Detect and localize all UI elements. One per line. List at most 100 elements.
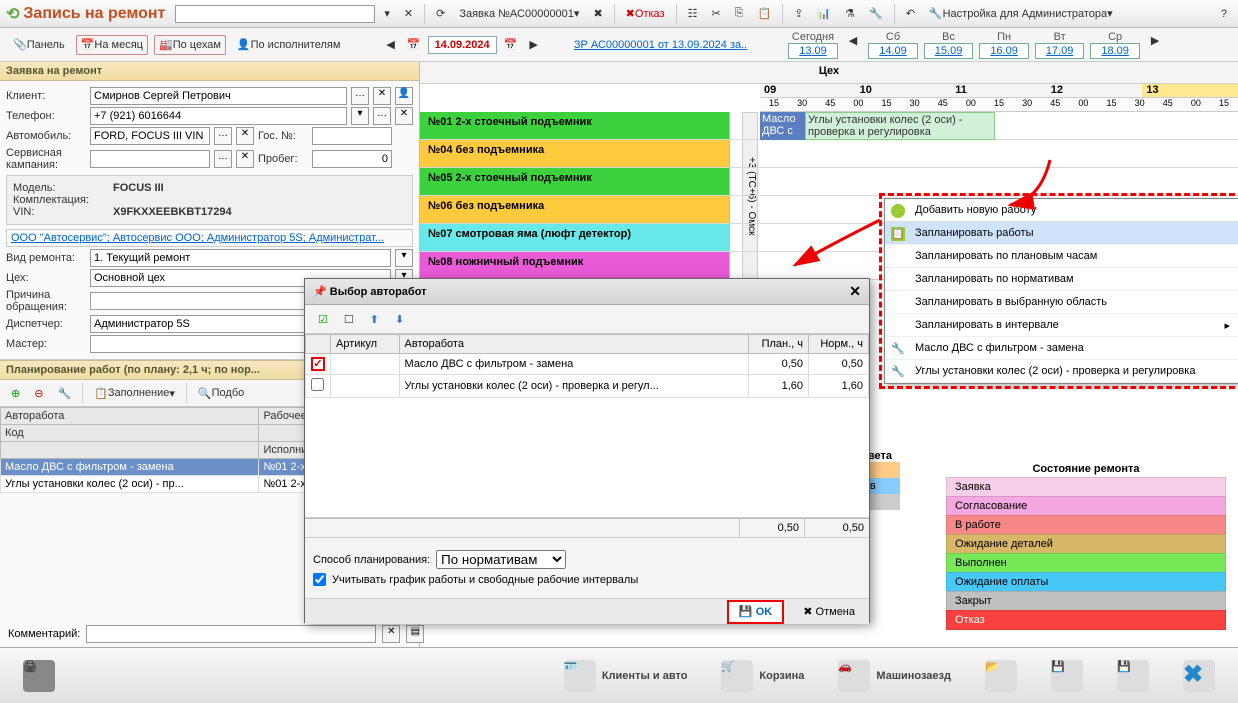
current-date[interactable]: 14.09.2024 [428,36,497,54]
person-icon[interactable]: 👤 [395,87,413,105]
legend-item: Отказ [946,610,1226,630]
phone-clear-icon[interactable]: ✕ [395,107,413,125]
more-button[interactable]: 🔍 Подбо [193,383,249,403]
ctx-plan-norms[interactable]: Запланировать по нормативам [885,268,1238,291]
down-icon[interactable]: ⬇ [390,309,409,329]
back-icon[interactable]: ⟲ [6,4,19,24]
ctx-add-work[interactable]: Добавить новую работу [885,199,1238,222]
clear-client-icon[interactable]: ✕ [373,87,391,105]
phone-input[interactable] [90,107,347,125]
help-icon[interactable]: ? [1216,4,1232,24]
scroll-right-icon[interactable]: ▶ [1146,31,1164,51]
ctx-plan-works[interactable]: 📋Запланировать работы [885,222,1238,245]
request-dropdown[interactable]: Заявка №АС00000001 ▾ [454,4,584,24]
pin-icon[interactable]: 📌 [313,285,327,298]
dialog-title: 📌 Выбор авторабот ✕ [305,279,869,305]
add-work-icon[interactable]: ⊕ [6,383,25,403]
by-shop-view[interactable]: 🏭 По цехам [154,35,226,55]
workplace-row[interactable]: №04 без подъемника [420,140,1238,168]
calendar-icon[interactable]: 📅 [402,35,426,55]
org-link[interactable]: ООО "Автосервис"; Автосервис ООО; Админи… [6,229,413,247]
prev-date-icon[interactable]: ◀ [381,35,399,55]
ctx-plan-area[interactable]: Запланировать в выбранную область [885,291,1238,314]
checkbox[interactable]: ✓ [311,357,325,371]
undo-icon[interactable]: ↶ [901,4,920,24]
cart-button[interactable]: 🛒Корзина [710,653,815,699]
open-button[interactable]: 📂 [974,653,1028,699]
type-input[interactable] [90,249,391,267]
srv-clear-icon[interactable]: ✕ [236,150,254,168]
gos-input[interactable] [312,127,392,145]
select-all-icon[interactable]: ☑ [313,309,333,329]
filter-icon[interactable]: ⚗ [840,4,860,24]
doc-link[interactable]: ЗР АС00000001 от 13.09.2024 за.. [569,35,752,55]
paste-icon[interactable]: 📋 [752,4,776,24]
panel-toggle[interactable]: 📎 Панель [8,35,70,55]
cancel-button[interactable]: ✖ Отмена [795,602,863,622]
day-btn-4[interactable]: 17.09 [1035,43,1085,59]
car-clear-icon[interactable]: ✕ [236,127,254,145]
scroll-left-icon[interactable]: ◀ [844,31,862,51]
tools-icon[interactable]: 🔧 [864,4,888,24]
checkbox[interactable] [311,378,324,391]
settings-dropdown[interactable]: 🔧 Настройка для Администратора ▾ [924,4,1118,24]
refresh-icon[interactable]: ⟳ [431,4,450,24]
ctx-work-1[interactable]: 🔧Масло ДВС с фильтром - замена [885,337,1238,360]
day-btn-5[interactable]: 18.09 [1090,43,1140,59]
search-input[interactable] [175,5,375,23]
printer-icon: 🖨 [23,660,55,692]
lookup-icon[interactable]: … [351,87,369,105]
method-select[interactable]: По нормативам [436,550,566,569]
save-as-button[interactable]: 💾 [1106,653,1160,699]
day-btn-1[interactable]: 14.09 [868,43,918,59]
page-title: ⟲ Запись на ремонт [6,4,165,24]
date-picker-icon[interactable]: 📅 [499,35,523,55]
table-row[interactable]: Углы установки колес (2 оси) - проверка … [306,375,869,398]
dropdown-icon[interactable]: ▾ [379,4,395,24]
comment-input[interactable] [86,625,376,643]
deselect-all-icon[interactable]: ☐ [339,309,359,329]
fill-dropdown[interactable]: 📋 Заполнение ▾ [89,383,180,403]
next-date-icon[interactable]: ▶ [524,35,542,55]
phone-dd-icon[interactable]: ▾ [351,107,369,125]
srv-lookup-icon[interactable]: … [214,150,232,168]
list-icon[interactable]: ☷ [683,4,703,24]
workplace-row[interactable]: №05 2-х стоечный подъемник [420,168,1238,196]
client-input[interactable] [90,87,347,105]
delete-icon[interactable]: ✖ [588,4,607,24]
print-button[interactable]: 🖨 [12,653,66,699]
export-icon[interactable]: ⇪ [789,4,808,24]
reject-button[interactable]: ✖ Отказ [621,4,670,24]
car-input[interactable] [90,127,210,145]
type-dd-icon[interactable]: ▾ [395,249,413,267]
ctx-plan-interval[interactable]: Запланировать в интервале [885,314,1238,337]
up-icon[interactable]: ⬆ [365,309,384,329]
schedule-checkbox[interactable] [313,573,326,586]
copy-icon[interactable]: ⎘ [730,4,749,24]
clear-icon[interactable]: ✕ [399,4,418,24]
ctx-work-2[interactable]: 🔧Углы установки колес (2 оси) - проверка… [885,360,1238,383]
day-btn-2[interactable]: 15.09 [924,43,974,59]
ctx-plan-hours[interactable]: Запланировать по плановым часам [885,245,1238,268]
day-btn-0[interactable]: 13.09 [788,43,838,59]
day-btn-3[interactable]: 16.09 [979,43,1029,59]
by-exec-view[interactable]: 👤 По исполнителям [232,35,346,55]
del-work-icon[interactable]: ⊖ [29,383,48,403]
edit-work-icon[interactable]: 🔧 [52,383,76,403]
comment-clear-icon[interactable]: ✕ [382,625,400,643]
close-button[interactable]: ✖ [1172,653,1226,699]
comment-expand-icon[interactable]: ▤ [406,625,424,643]
ok-button[interactable]: 💾 OK [727,600,784,624]
srv-input[interactable] [90,150,210,168]
table-row[interactable]: ✓ Масло ДВС с фильтром - замена0,500,50 [306,354,869,375]
cut-icon[interactable]: ✂ [706,4,725,24]
mileage-input[interactable] [312,150,392,168]
car-lookup-icon[interactable]: … [214,127,232,145]
month-view[interactable]: 📅 На месяц [76,35,148,55]
close-icon[interactable]: ✕ [849,283,861,300]
clients-button[interactable]: 🪪Клиенты и авто [553,653,699,699]
save-button[interactable]: 💾 [1040,653,1094,699]
phone-lookup-icon[interactable]: … [373,107,391,125]
car-in-button[interactable]: 🚗Машинозаезд [827,653,962,699]
chart-icon[interactable]: 📊 [812,4,836,24]
